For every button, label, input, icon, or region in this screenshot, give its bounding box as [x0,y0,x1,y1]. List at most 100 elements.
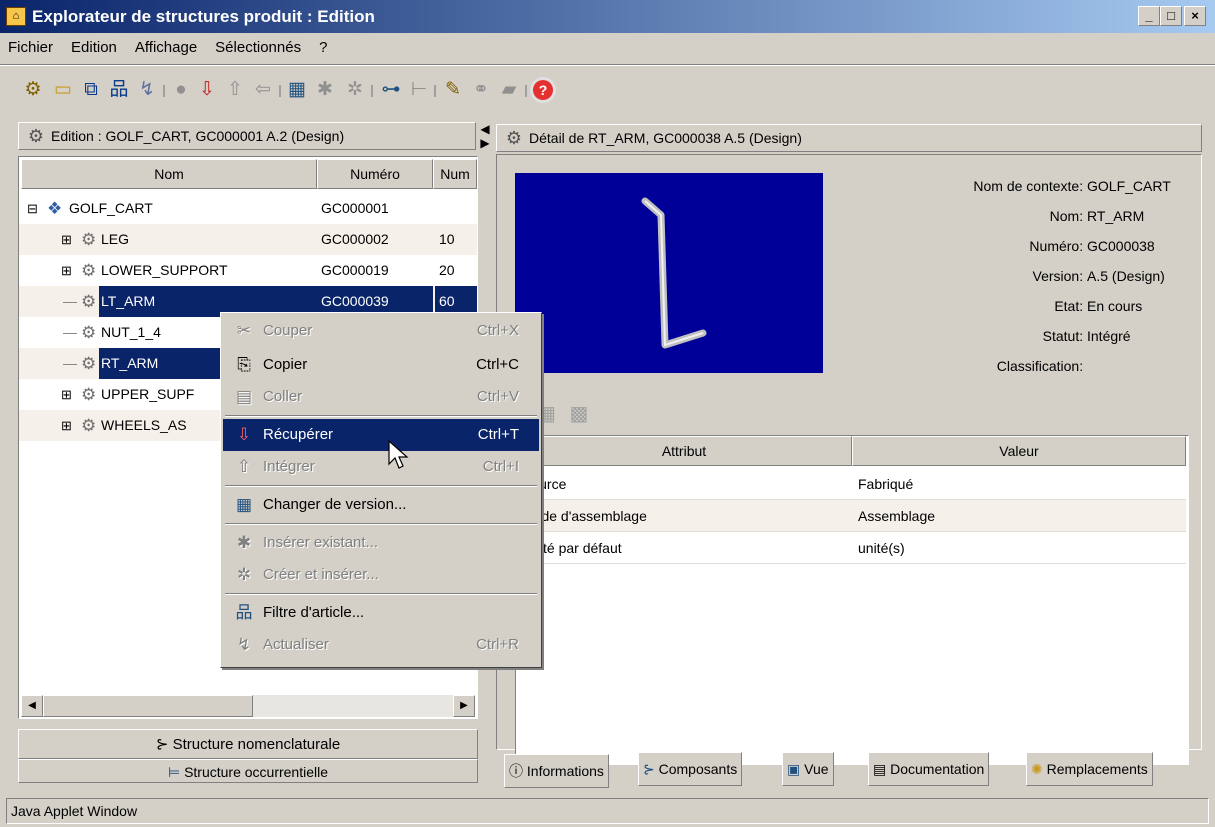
tab-remplacements[interactable]: ✺ Remplacements [1026,752,1153,786]
menu-separator [225,485,537,487]
edit-icon[interactable]: ✎ [440,77,466,103]
title-bar: ⌂ Explorateur de structures produit : Ed… [0,0,1215,33]
menu-item-creer-inserer[interactable]: ✲ Créer et insérer... [223,559,539,591]
tab-label: Vue [804,761,829,777]
detail-label: Etat: [1054,298,1084,314]
table-row[interactable]: Mode d'assemblage Assemblage [516,500,1186,532]
checkout-icon[interactable]: ⇩ [194,77,220,103]
tab-vue[interactable]: ▣ Vue [782,752,834,786]
menu-item-actualiser[interactable]: ↯ Actualiser Ctrl+R [223,629,539,661]
tab-documentation[interactable]: ▤ Documentation [868,752,990,786]
part-preview-image [515,173,823,373]
tree-expand-icon[interactable]: ⊶ [378,77,404,103]
table-row[interactable]: Source Fabriqué [516,468,1186,500]
right-panel-title: Détail de RT_ARM, GC000038 A.5 (Design) [529,130,802,146]
menu-fichier[interactable]: Fichier [8,39,53,56]
window-icon[interactable]: ⧉ [78,77,104,103]
scissors-icon: ✂ [236,321,252,340]
open-folder-icon[interactable]: ▭ [50,77,76,103]
tab-label: Documentation [890,761,985,777]
revise-icon[interactable]: ▦ [284,77,310,103]
row-name: WHEELS_AS [101,417,187,433]
tab-structure-occurrentielle[interactable]: ⊨ Structure occurrentielle [18,759,478,783]
menu-item-changer-version[interactable]: ▦ Changer de version... [223,489,539,521]
menu-item-couper[interactable]: ✂ Couper Ctrl+X [223,315,539,347]
tab-label: Remplacements [1046,761,1148,777]
scrollbar-thumb[interactable] [43,695,253,717]
menu-item-shortcut: Ctrl+T [477,426,519,443]
table-row[interactable]: ⊟ ❖ GOLF_CART GC000001 [19,193,477,224]
save-icon[interactable]: ▰ [496,77,522,103]
attribute-table: Attribut Valeur Source Fabriqué Mode d'a… [515,435,1189,765]
refresh-icon[interactable]: ↯ [134,77,160,103]
refresh-icon: ↯ [236,635,252,654]
menu-item-copier[interactable]: ⎘ Copier Ctrl+C [223,349,539,381]
minimize-button[interactable]: _ [1138,6,1160,26]
expand-icon[interactable]: ⊞ [61,379,72,410]
tree-icon[interactable]: ⊢ [406,77,432,103]
structure-icon[interactable]: 品 [106,77,132,103]
column-header-valeur[interactable]: Valeur [852,436,1186,466]
view-attributes-icon[interactable]: ▩ [569,403,588,425]
table-row[interactable]: ⊞ ⚙ LEG GC000002 10 [19,224,477,255]
detail-label: Nom de contexte: [973,178,1084,194]
scroll-right-arrow-icon[interactable]: ▶ [453,695,475,717]
tab-label: Structure occurrentielle [184,764,329,780]
menu-item-label: Créer et insérer... [263,566,379,583]
column-header-attribut[interactable]: Attribut [516,436,852,466]
menu-item-label: Intégrer [263,458,315,475]
tab-composants[interactable]: ⊱ Composants [638,752,743,786]
scroll-left-arrow-icon[interactable]: ◀ [21,695,43,717]
attach-icon[interactable]: ⚭ [468,77,494,103]
help-icon[interactable]: ? [530,77,556,103]
table-row[interactable]: Unité par défaut unité(s) [516,532,1186,564]
splitter-arrows[interactable]: ◀ ▶ [476,122,494,158]
status-bar: Java Applet Window [6,798,1209,824]
menu-item-inserer-existant[interactable]: ✱ Insérer existant... [223,527,539,559]
tab-informations[interactable]: ⓘ Informations [504,754,609,788]
menu-affichage[interactable]: Affichage [135,39,197,56]
tree-line: — [63,355,77,371]
checkin-icon[interactable]: ⇧ [222,77,248,103]
tab-label: Informations [526,763,604,779]
row-num: 20 [439,262,455,278]
attr-value: unité(s) [858,540,905,556]
detail-value: A.5 (Design) [1087,268,1165,284]
close-button[interactable]: × [1184,6,1206,26]
undo-checkout-icon[interactable]: ⇦ [250,77,276,103]
column-header-numero[interactable]: Numéro [317,159,433,189]
revise-icon: ▦ [235,495,253,514]
gear-icon: ⚙ [505,128,523,148]
tab-structure-nomenclaturale[interactable]: ⊱ Structure nomenclaturale [18,729,478,759]
column-header-nom[interactable]: Nom [21,159,317,189]
expand-icon[interactable]: ⊞ [61,255,72,286]
expand-icon[interactable]: ⊞ [61,410,72,441]
info-icon[interactable]: ● [168,77,194,103]
insert-existing-icon[interactable]: ✱ [312,77,338,103]
mouse-cursor [388,439,410,476]
row-name: LEG [101,231,130,247]
expand-icon[interactable]: ⊞ [61,224,72,255]
horizontal-scrollbar[interactable]: ◀ ▶ [21,695,475,717]
create-insert-icon: ✲ [236,565,252,584]
maximize-button[interactable]: □ [1160,6,1182,26]
part-gear-icon: ⚙ [81,416,97,435]
menu-selectionnes[interactable]: Sélectionnés [215,39,301,56]
menu-item-coller[interactable]: ▤ Coller Ctrl+V [223,381,539,413]
menu-item-label: Changer de version... [263,496,407,513]
menu-item-filtre-article[interactable]: 品 Filtre d'article... [223,597,539,629]
table-row[interactable]: ⊞ ⚙ LOWER_SUPPORT GC000019 20 [19,255,477,286]
menu-item-integrer[interactable]: ⇧ Intégrer Ctrl+I [223,451,539,483]
create-insert-icon[interactable]: ✲ [342,77,368,103]
info-icon: ⓘ [509,763,523,779]
column-header-num[interactable]: Num [433,159,477,189]
menu-item-label: Insérer existant... [263,534,379,551]
part-gear-icon: ⚙ [81,323,97,342]
collapse-icon[interactable]: ⊟ [27,193,38,224]
paste-icon: ▤ [235,387,253,406]
context-icon[interactable]: ⚙ [20,77,46,103]
menu-edition[interactable]: Edition [71,39,117,56]
menu-help[interactable]: ? [319,39,327,56]
toolbar-separator [163,85,165,97]
menu-item-recuperer[interactable]: ⇩ Récupérer Ctrl+T [223,419,539,451]
